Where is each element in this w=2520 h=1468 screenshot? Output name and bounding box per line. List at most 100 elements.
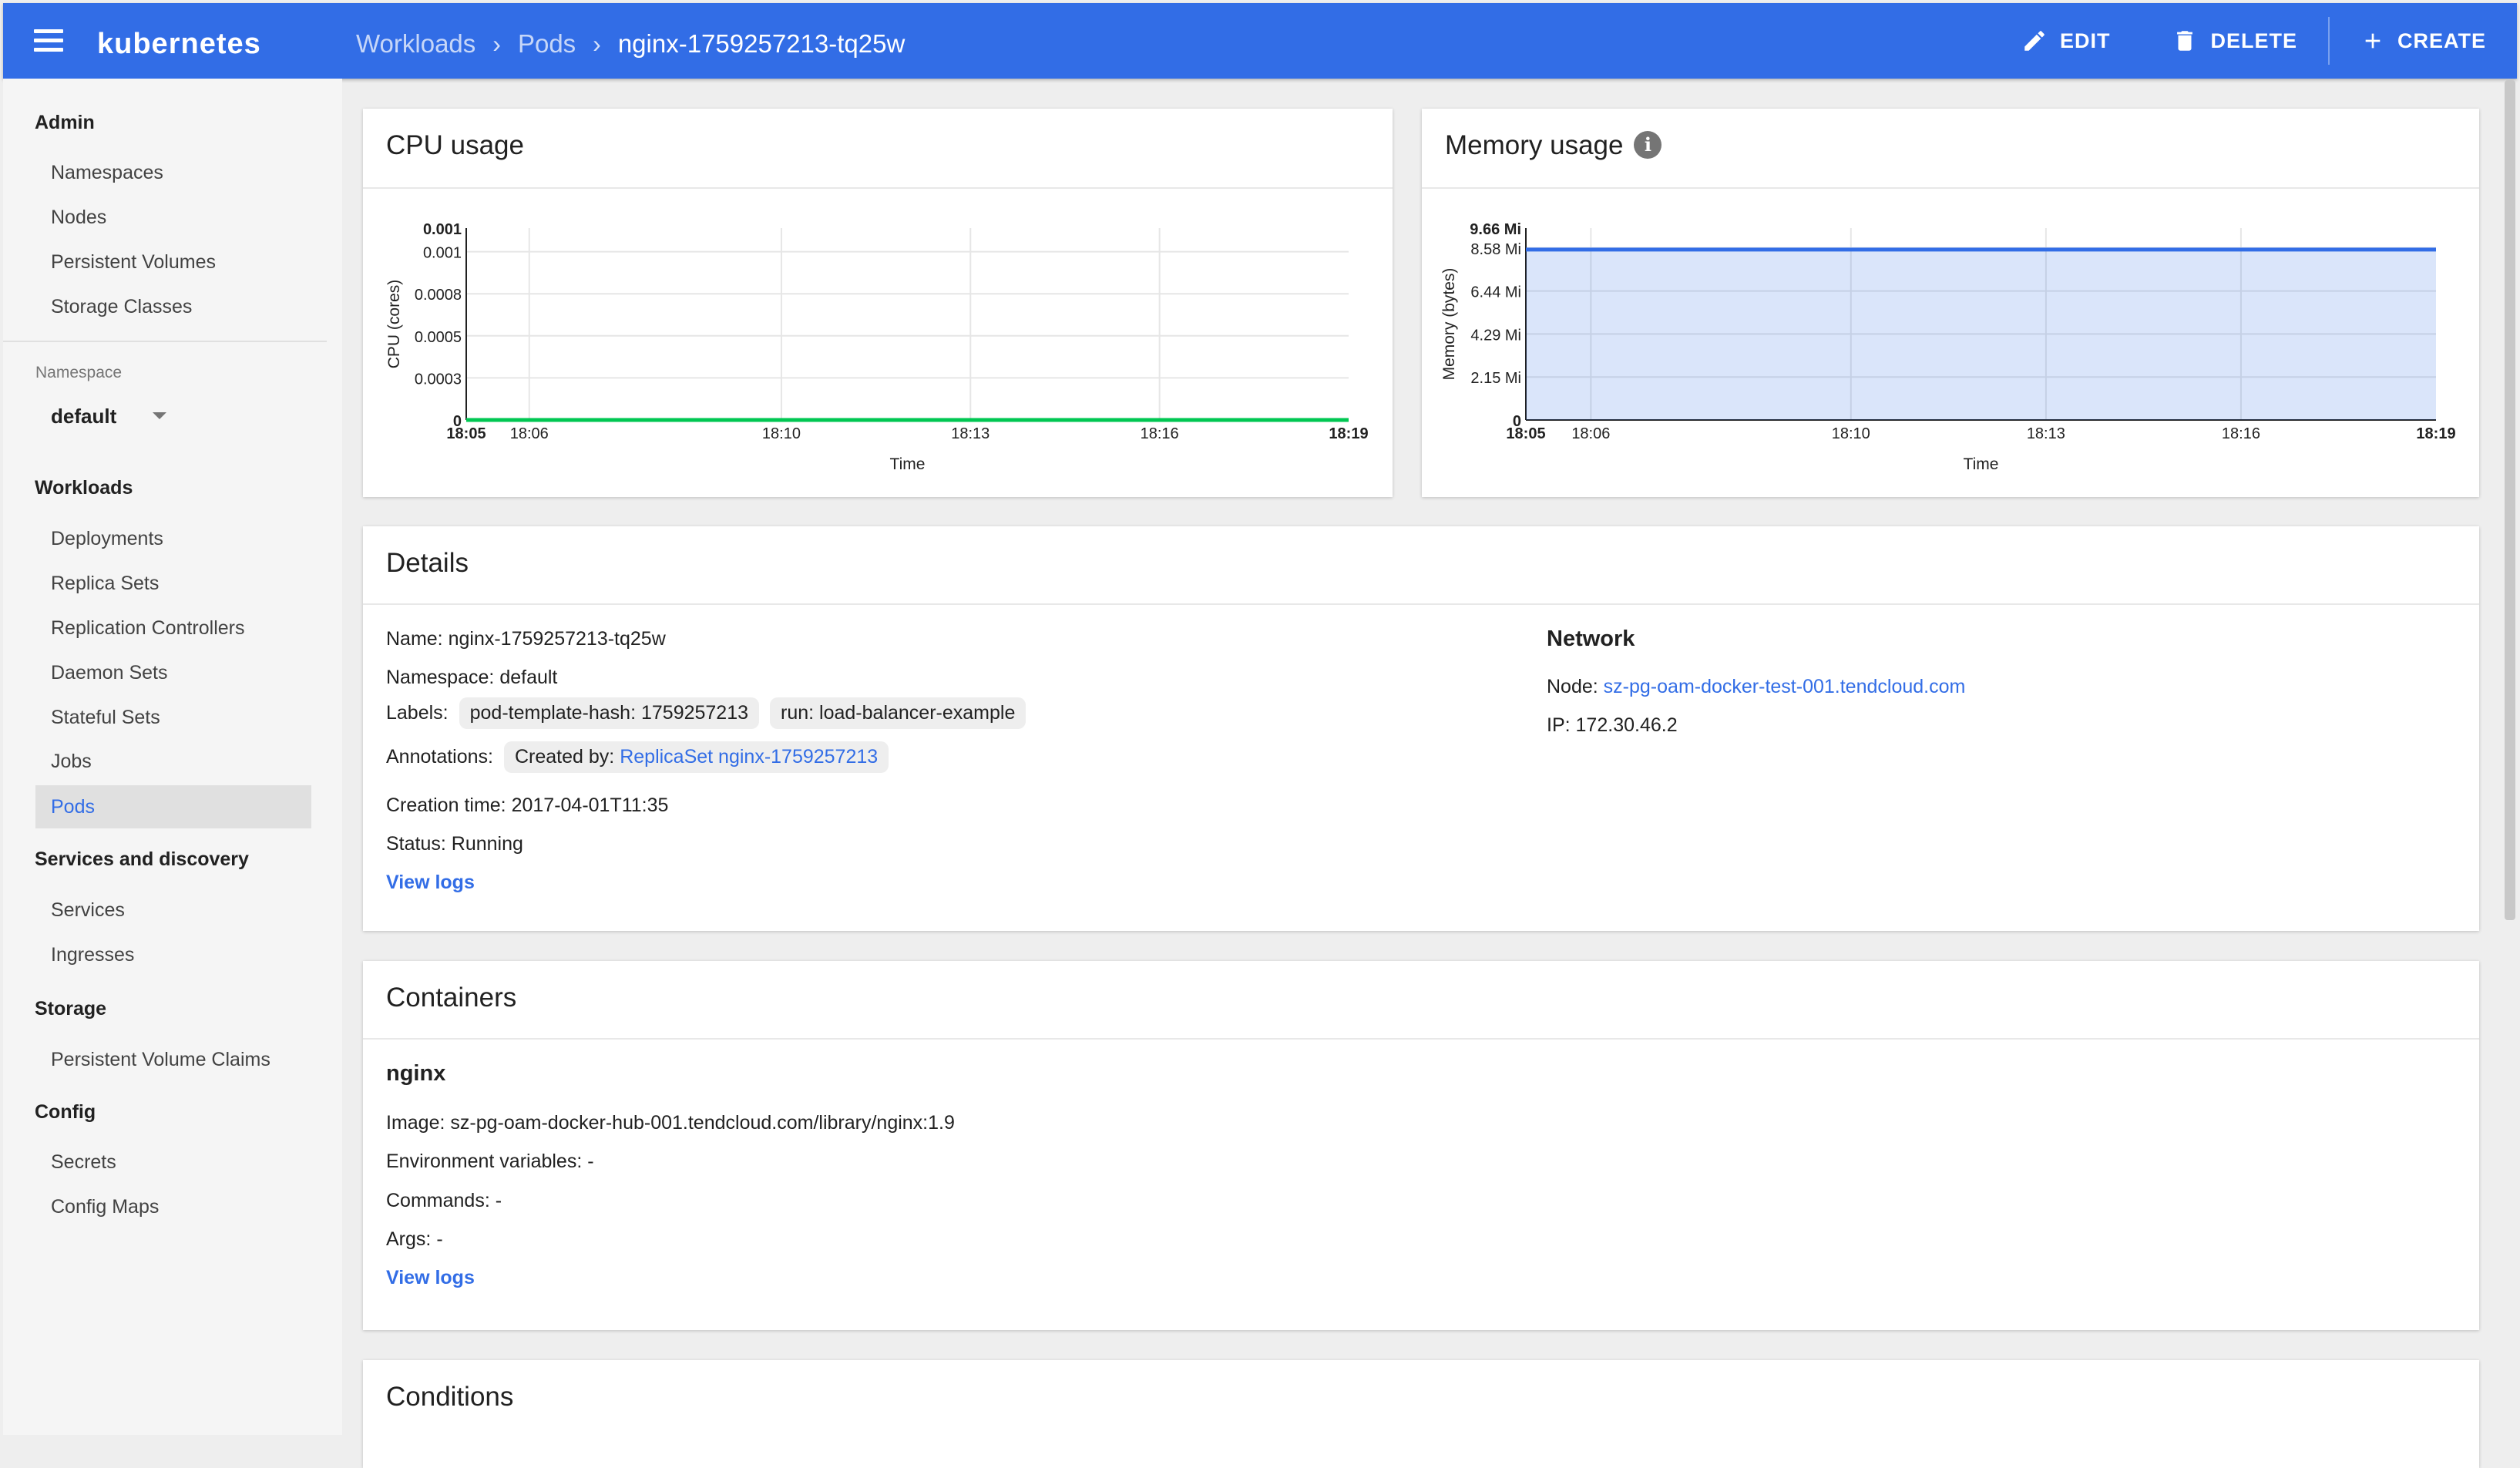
sidebar-item-persistent-volume-claims[interactable]: Persistent Volume Claims <box>51 1049 270 1071</box>
namespace-select[interactable]: default <box>51 405 166 428</box>
memory-usage-chart: 02.15 Mi4.29 Mi6.44 Mi8.58 Mi9.66 Mi18:0… <box>1440 221 2456 473</box>
network-node-label: Node: <box>1547 676 1598 697</box>
sidebar-section-admin[interactable]: Admin <box>35 112 95 134</box>
y-axis-title: CPU (cores) <box>385 280 403 369</box>
container-commands-row: Commands: - <box>386 1190 502 1212</box>
label-chip: pod-template-hash: 1759257213 <box>459 697 760 729</box>
sidebar-item-pods[interactable]: Pods <box>35 785 311 828</box>
sidebar-section-workloads[interactable]: Workloads <box>35 477 133 499</box>
containers-title: Containers <box>386 983 517 1013</box>
y-axis-title: Memory (bytes) <box>1440 268 1458 381</box>
container-args-label: Args: <box>386 1228 432 1250</box>
details-card: Details Name: nginx-1759257213-tq25w Nam… <box>363 526 2479 931</box>
sidebar-item-services[interactable]: Services <box>51 899 125 922</box>
sidebar-item-daemon-sets[interactable]: Daemon Sets <box>51 662 167 684</box>
label-chip: run: load-balancer-example <box>770 697 1026 729</box>
sidebar-item-namespaces[interactable]: Namespaces <box>51 162 163 184</box>
page-scrollbar[interactable] <box>2505 80 2515 920</box>
x-axis-title: Time <box>1964 455 1999 473</box>
sidebar-section-storage[interactable]: Storage <box>35 998 106 1020</box>
detail-annotations-row: Annotations: Created by: ReplicaSet nginx… <box>386 741 889 773</box>
create-button[interactable]: CREATE <box>2330 3 2517 79</box>
pencil-icon <box>2024 31 2045 51</box>
sidebar-item-secrets[interactable]: Secrets <box>51 1151 116 1174</box>
y-tick-label: 0.001 <box>423 221 462 238</box>
container-name: nginx <box>386 1061 446 1086</box>
network-title: Network <box>1547 627 1635 651</box>
sidebar-item-nodes[interactable]: Nodes <box>51 207 106 229</box>
node-link[interactable]: sz-pg-oam-docker-test-001.tendcloud.com <box>1604 676 1966 697</box>
container-view-logs-label: View logs <box>386 1267 475 1288</box>
brand-logo[interactable]: kubernetes <box>97 28 261 61</box>
sidebar-item-persistent-volumes[interactable]: Persistent Volumes <box>51 251 216 274</box>
delete-button[interactable]: DELETE <box>2141 3 2328 79</box>
breadcrumb-pods[interactable]: Pods <box>518 29 576 59</box>
card-divider <box>363 1038 2479 1040</box>
detail-annotations-label: Annotations: <box>386 746 493 768</box>
container-view-logs-link[interactable]: View logs <box>386 1267 475 1289</box>
x-tick-label: 18:05 <box>446 425 486 442</box>
sidebar-item-replication-controllers[interactable]: Replication Controllers <box>51 617 245 640</box>
container-args-value: - <box>436 1228 443 1250</box>
edit-label: EDIT <box>2059 29 2111 52</box>
detail-labels-row: Labels: pod-template-hash: 1759257213 run:… <box>386 697 1026 729</box>
detail-name-label: Name: <box>386 628 443 650</box>
sidebar-item-deployments[interactable]: Deployments <box>51 528 163 550</box>
network-ip-value: 172.30.46.2 <box>1575 714 1678 736</box>
container-commands-label: Commands: <box>386 1190 490 1211</box>
sidebar-item-stateful-sets[interactable]: Stateful Sets <box>51 707 160 729</box>
detail-creation-value: 2017-04-01T11:35 <box>511 794 669 816</box>
namespace-value: default <box>51 405 117 428</box>
breadcrumb-workloads[interactable]: Workloads <box>356 29 475 59</box>
x-tick-label: 18:10 <box>1832 425 1870 442</box>
detail-status-label: Status: <box>386 833 446 855</box>
breadcrumb: Workloads › Pods › nginx-1759257213-tq25… <box>356 29 905 59</box>
toolbar-actions: EDIT DELETE CREATE <box>1991 3 2517 79</box>
view-logs-link[interactable]: View logs <box>386 872 475 894</box>
detail-name-row: Name: nginx-1759257213-tq25w <box>386 628 666 650</box>
network-ip-row: IP: 172.30.46.2 <box>1547 714 1678 737</box>
detail-status-value: Running <box>451 833 523 855</box>
breadcrumb-current-pod: nginx-1759257213-tq25w <box>617 29 906 58</box>
caret-down-icon <box>153 412 166 419</box>
sidebar-item-storage-classes[interactable]: Storage Classes <box>51 296 192 318</box>
y-tick-label: 2.15 Mi <box>1470 370 1521 387</box>
detail-status-row: Status: Running <box>386 833 523 855</box>
x-tick-label: 18:13 <box>2027 425 2065 442</box>
container-image-row: Image: sz-pg-oam-docker-hub-001.tendclou… <box>386 1112 955 1134</box>
sidebar-item-ingresses[interactable]: Ingresses <box>51 944 134 966</box>
delete-label: DELETE <box>2210 29 2297 52</box>
edit-button[interactable]: EDIT <box>1991 3 2142 79</box>
top-app-bar: kubernetes Workloads › Pods › nginx-1759… <box>3 3 2517 79</box>
trash-icon <box>2177 31 2193 51</box>
conditions-title: Conditions <box>386 1382 514 1412</box>
containers-card: Containers nginx Image: sz-pg-oam-docker… <box>363 961 2479 1330</box>
namespace-label: Namespace <box>35 364 123 381</box>
detail-name-value: nginx-1759257213-tq25w <box>448 628 666 650</box>
y-tick-label: 9.66 Mi <box>1470 221 1521 238</box>
memory-usage-card: Memory usage i 0 2.15 Mi 4.29 Mi 6.44 Mi 8.58… <box>1422 109 2479 497</box>
sidebar-item-replica-sets[interactable]: Replica Sets <box>51 573 159 595</box>
sidebar-item-config-maps[interactable]: Config Maps <box>51 1196 159 1218</box>
y-tick-label: 4.29 Mi <box>1470 327 1521 344</box>
menu-icon[interactable] <box>34 29 63 52</box>
x-tick-label: 18:06 <box>1571 425 1610 442</box>
container-env-row: Environment variables: - <box>386 1151 594 1173</box>
sidebar-item-jobs[interactable]: Jobs <box>51 751 92 773</box>
sidebar: Admin Namespaces Nodes Persistent Volume… <box>3 79 342 1435</box>
x-tick-label: 18:16 <box>1141 425 1179 442</box>
replicaset-link[interactable]: ReplicaSet nginx-1759257213 <box>620 746 878 768</box>
network-node-row: Node: sz-pg-oam-docker-test-001.tendclou… <box>1547 676 1965 698</box>
y-tick-label: 0.001 <box>423 245 462 262</box>
sidebar-section-services[interactable]: Services and discovery <box>35 848 249 871</box>
container-image-label: Image: <box>386 1112 445 1134</box>
detail-creation-label: Creation time: <box>386 794 506 816</box>
plus-icon <box>2365 33 2381 49</box>
annotation-prefix: Created by: <box>515 746 615 768</box>
y-tick-label: 8.58 Mi <box>1470 241 1521 258</box>
create-label: CREATE <box>2397 29 2486 52</box>
x-tick-label: 18:10 <box>762 425 801 442</box>
chevron-right-icon: › <box>593 29 601 58</box>
network-ip-label: IP: <box>1547 714 1571 736</box>
sidebar-section-config[interactable]: Config <box>35 1101 96 1124</box>
